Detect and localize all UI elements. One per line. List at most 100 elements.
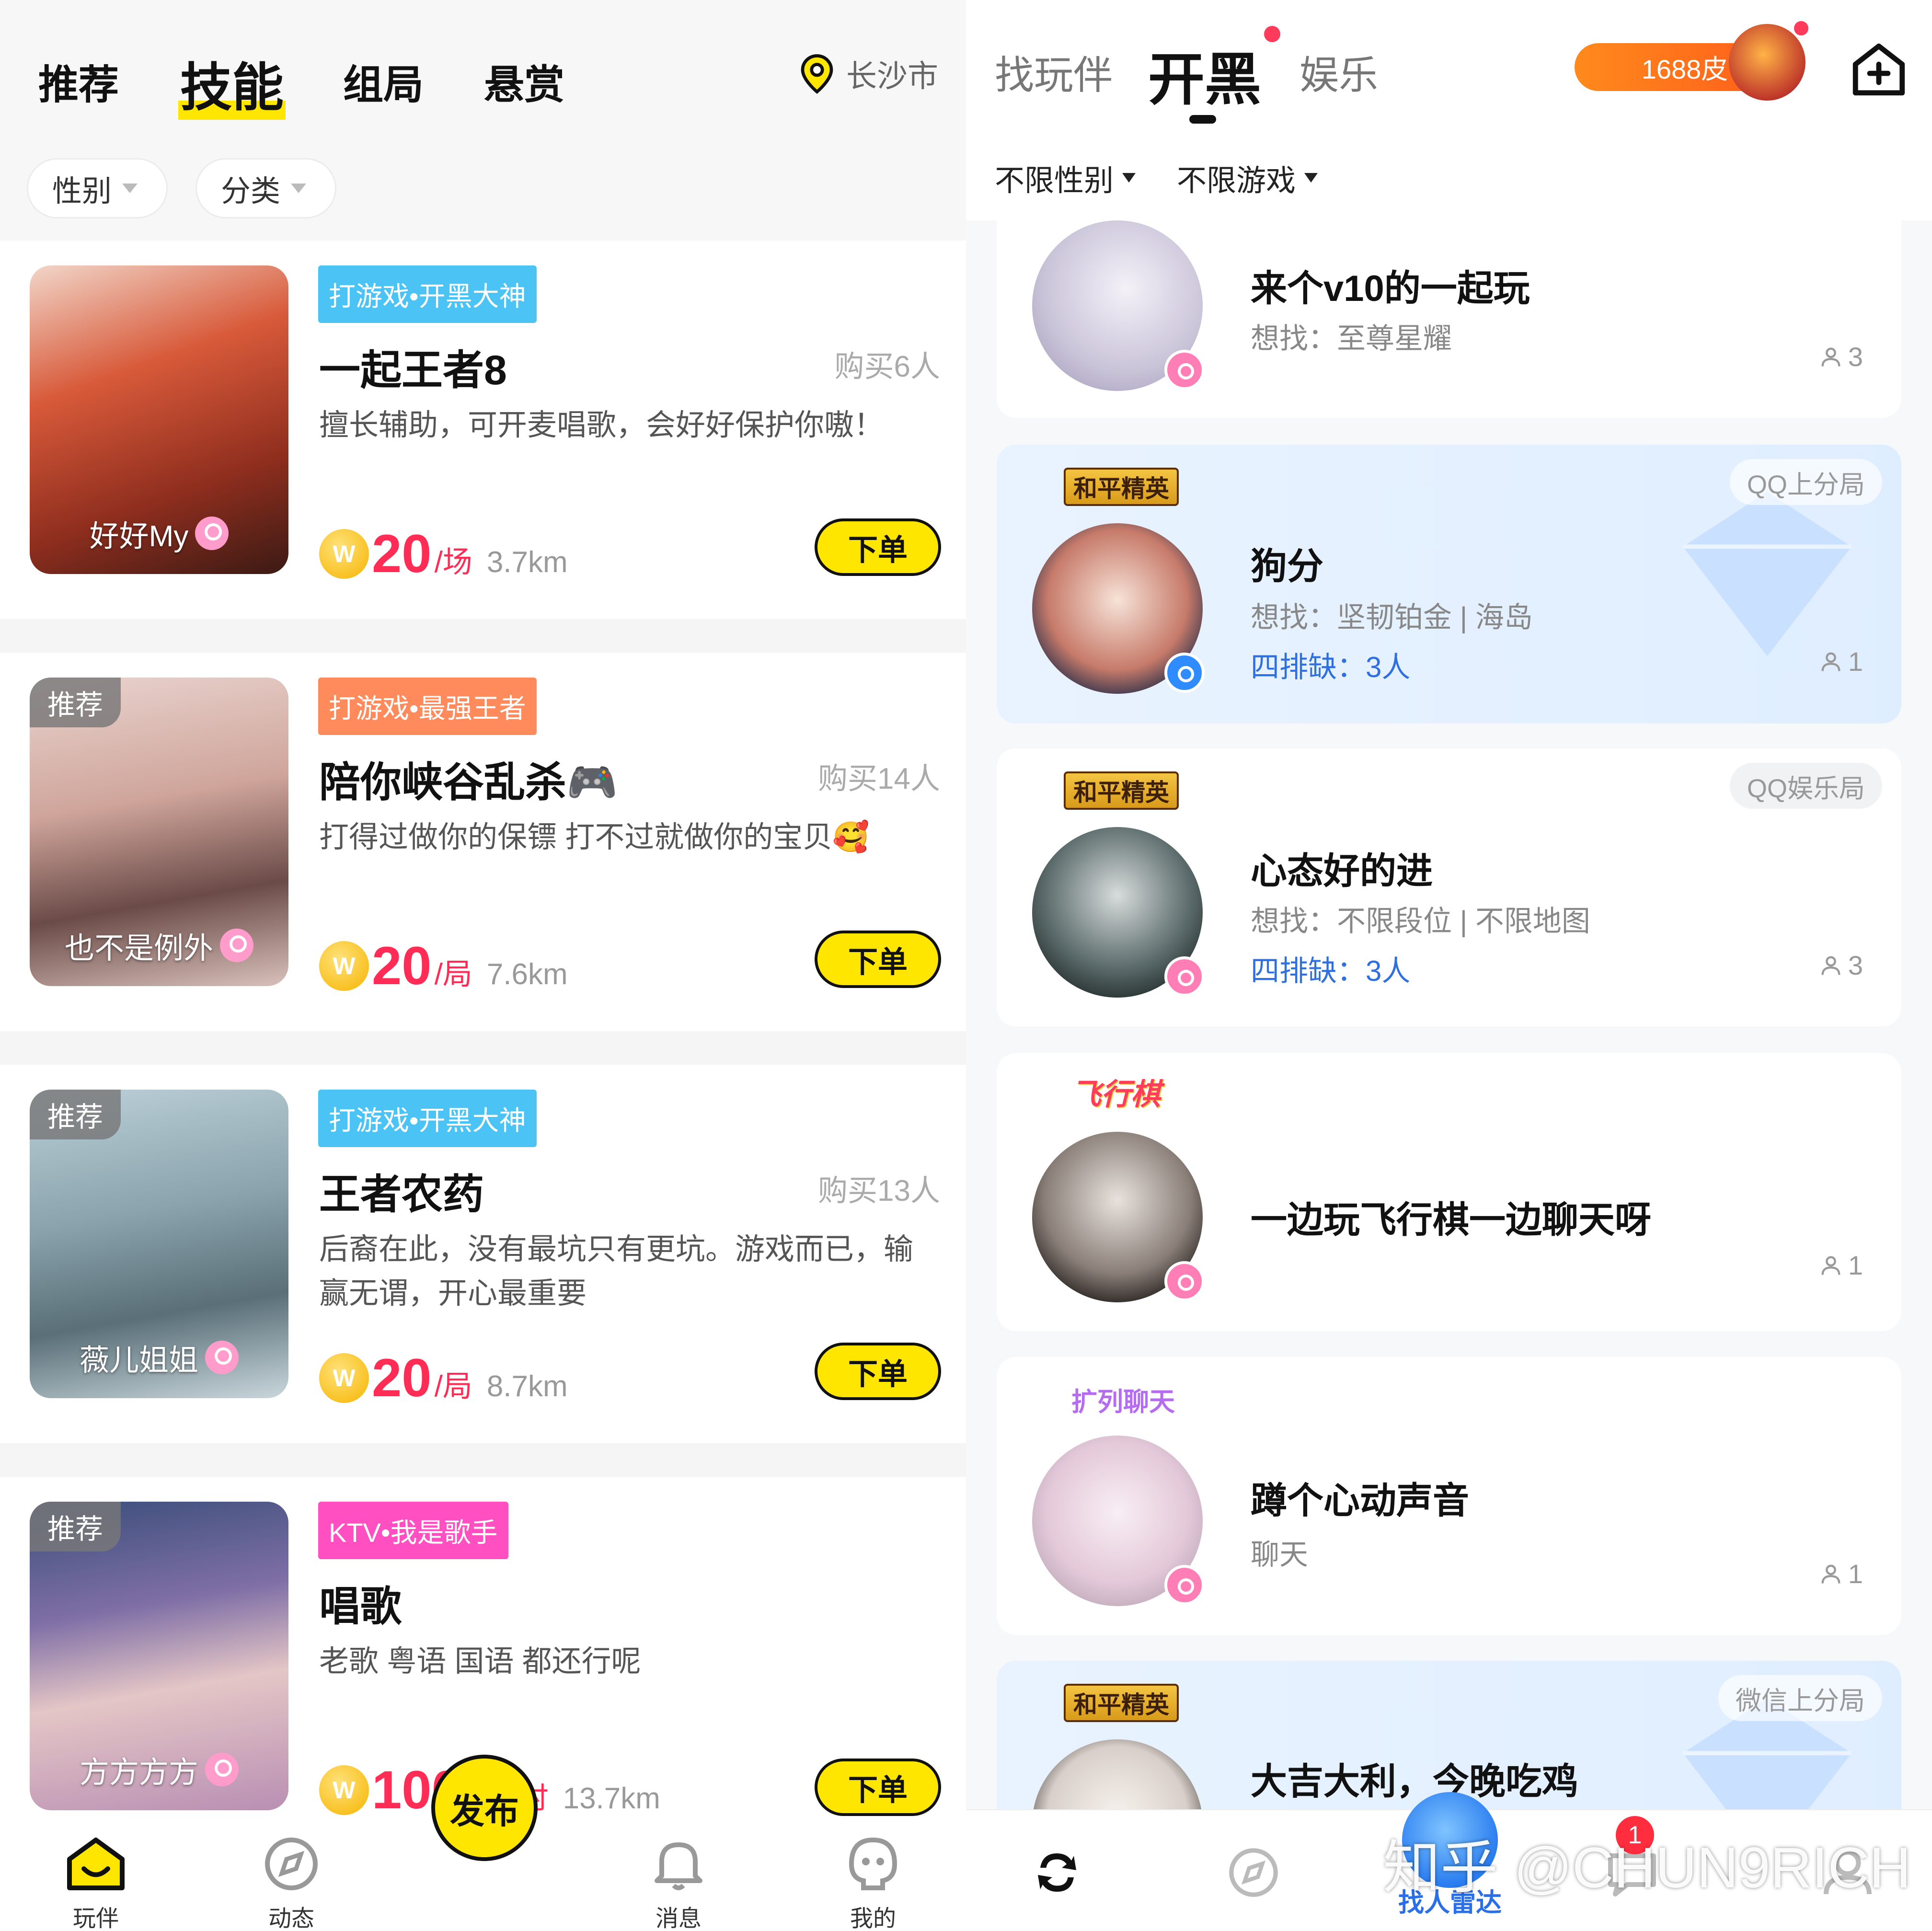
category-tag: 打游戏•开黑大神 [318,1090,537,1147]
player-photo[interactable]: 推荐 也不是例外 [30,678,288,986]
room-card[interactable]: 扩列聊天 蹲个心动声音 聊天 1 [997,1357,1901,1635]
order-button[interactable]: 下单 [815,1759,941,1816]
purchase-count: 购买6人 [834,350,940,383]
game-logo: 扩列聊天 [1071,1387,1175,1416]
gender-filter[interactable]: 不限性别 [995,156,1136,199]
coin-icon: W [319,941,369,991]
recommend-badge: 推荐 [30,1090,121,1139]
room-seek: 想找：不限段位 | 不限地图 [1251,905,1590,937]
category-filter[interactable]: 分类 [196,158,337,218]
skill-title: 王者农药 [319,1172,484,1218]
order-button[interactable]: 下单 [815,518,941,576]
room-title: 心态好的进 [1251,851,1433,892]
nav-label: 我的 [850,1906,896,1931]
home-icon [67,1838,125,1890]
player-photo[interactable]: 推荐 薇儿姐姐 [30,1090,288,1398]
top-bar: 找玩伴 开黑 娱乐 1688皮 不限性别 不限游戏 [966,0,1932,220]
caret-down-icon [1122,173,1136,183]
price-unit: /场 [434,546,472,579]
game-logo: 飞行棋 [1071,1078,1161,1111]
male-icon [1164,653,1205,693]
category-tag: KTV•我是歌手 [318,1502,508,1559]
order-button[interactable]: 下单 [815,931,941,988]
distance: 3.7km [486,546,568,579]
member-count: 3 [1818,950,1863,981]
person-icon [1821,956,1840,975]
recommend-badge: 推荐 [30,678,121,727]
price-unit: /局 [434,1370,472,1403]
tab-recommend[interactable]: 推荐 [38,53,119,111]
location-label: 长沙市 [846,59,938,93]
publish-button[interactable]: 发布 [431,1755,538,1861]
category-filter-label: 分类 [221,175,281,208]
player-nickname: 方方方方 [30,1748,288,1791]
room-title: 来个v10的一起玩 [1251,268,1530,309]
skill-description: 老歌 粤语 国语 都还行呢 [319,1645,641,1678]
tab-entertainment[interactable]: 娱乐 [1300,43,1378,100]
room-seek: 想找：至尊星耀 [1251,322,1452,355]
player-nickname: 薇儿姐姐 [30,1336,288,1379]
female-icon [205,1753,239,1786]
price-row: W 20 /局 7.6km [319,935,568,997]
nav-mine[interactable]: 我的 [825,1835,921,1931]
person-icon [1821,1256,1840,1275]
room-type-badge: QQ上分局 [1729,459,1882,505]
tab-team-up[interactable]: 开黑 [1148,34,1261,115]
skill-title: 一起王者8 [319,347,507,393]
nav-feed[interactable]: 动态 [243,1835,339,1931]
notification-dot [1264,26,1280,42]
room-card[interactable]: 和平精英 QQ娱乐局 心态好的进 想找：不限段位 | 不限地图 四排缺：3人 3 [997,748,1901,1026]
female-icon [195,517,229,550]
dragon-avatar-icon[interactable] [1729,24,1806,101]
game-filter-label: 不限游戏 [1177,164,1296,197]
tab-group[interactable]: 组局 [343,53,424,111]
member-count: 3 [1818,341,1863,372]
member-count: 1 [1818,646,1863,677]
female-icon [1164,350,1205,390]
member-count: 1 [1818,1558,1863,1589]
caret-down-icon [122,184,138,193]
tab-find-playmate[interactable]: 找玩伴 [995,43,1113,100]
room-card[interactable]: 来个v10的一起玩 想找：至尊星耀 3 [997,211,1901,418]
player-nickname: 也不是例外 [30,924,288,967]
price-value: 20 [372,524,432,584]
tab-bounty[interactable]: 悬赏 [484,53,564,111]
order-button[interactable]: 下单 [815,1343,941,1400]
room-type-badge: QQ娱乐局 [1729,763,1882,809]
location-selector[interactable]: 长沙市 [795,52,938,96]
team-up-screen: 找玩伴 开黑 娱乐 1688皮 不限性别 不限游戏 来个v10的一起玩 想找：至… [966,0,1932,1931]
skill-card[interactable]: 推荐 也不是例外 打游戏•最强王者 陪你峡谷乱杀🎮 购买14人 打得过做你的保镖… [0,653,966,1031]
room-card[interactable]: 飞行棋 一边玩飞行棋一边聊天呀 1 [997,1053,1901,1331]
watermark: 知乎 @CHUN9RICH [1383,1836,1911,1900]
skill-title: 陪你峡谷乱杀🎮 [319,759,618,805]
nav-label: 玩伴 [72,1906,119,1931]
gender-filter[interactable]: 性别 [27,158,168,218]
caret-down-icon [1304,173,1318,183]
category-tag: 打游戏•开黑大神 [318,265,537,323]
game-filter[interactable]: 不限游戏 [1177,156,1318,199]
active-tab-indicator [1189,115,1216,124]
skill-card[interactable]: 推荐 薇儿姐姐 打游戏•开黑大神 王者农药 购买13人 后裔在此，没有最坑只有更… [0,1065,966,1443]
coin-icon: W [319,529,369,579]
recommend-badge: 推荐 [30,1502,121,1552]
nav-messages[interactable]: 消息 [631,1835,726,1931]
price-value: 20 [372,1348,432,1408]
female-icon [205,1341,239,1374]
price-unit: /局 [434,958,472,991]
profile-face-icon [849,1837,897,1890]
price-row: W 20 /局 8.7km [319,1347,568,1409]
add-room-icon[interactable] [1848,38,1910,101]
refresh-icon[interactable] [1028,1844,1086,1901]
compass-icon[interactable] [1225,1844,1282,1901]
nav-playmate[interactable]: 玩伴 [48,1835,144,1931]
tab-skills[interactable]: 技能 [178,46,286,121]
female-icon [1164,1565,1205,1605]
price-value: 20 [372,936,432,996]
room-card[interactable]: 和平精英 QQ上分局 狗分 想找：坚韧铂金 | 海岛 四排缺：3人 1 [997,445,1901,724]
skill-card[interactable]: 好好My 打游戏•开黑大神 一起王者8 购买6人 擅长辅助，可开麦唱歌，会好好保… [0,241,966,619]
player-photo[interactable]: 推荐 方方方方 [30,1502,288,1810]
game-logo: 和平精英 [1064,468,1179,506]
player-photo[interactable]: 好好My [30,265,288,574]
diamond-rank-icon [1683,492,1852,656]
distance: 7.6km [486,958,568,991]
